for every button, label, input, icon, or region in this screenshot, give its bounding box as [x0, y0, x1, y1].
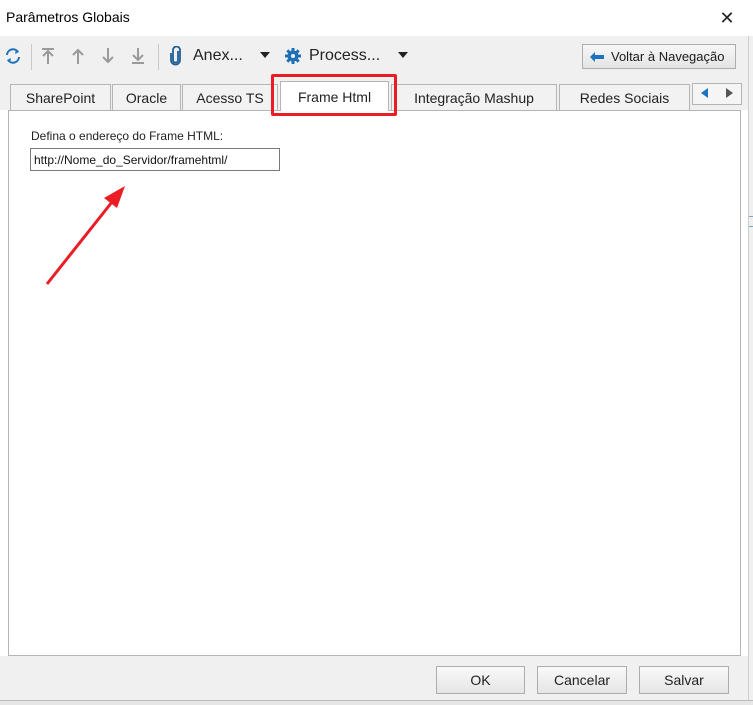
cancel-button[interactable]: Cancelar: [537, 666, 627, 694]
chevron-down-icon[interactable]: [398, 52, 408, 58]
tab-redes-sociais[interactable]: Redes Sociais: [559, 84, 690, 110]
back-arrow-icon: [589, 51, 605, 63]
back-to-navigation-label: Voltar à Navegação: [611, 49, 725, 64]
paperclip-icon[interactable]: [166, 46, 186, 66]
tab-oracle[interactable]: Oracle: [112, 84, 181, 110]
tab-frame-html[interactable]: Frame Html: [280, 81, 389, 111]
tab-acesso-ts[interactable]: Acesso TS: [182, 84, 278, 110]
back-to-navigation-button[interactable]: Voltar à Navegação: [582, 44, 736, 69]
tab-content-panel: [8, 110, 741, 656]
tab-sharepoint[interactable]: SharePoint: [10, 84, 111, 110]
tab-integracao-mashup[interactable]: Integração Mashup: [391, 84, 557, 110]
scroll-left-icon[interactable]: [699, 87, 711, 102]
move-up-icon[interactable]: [68, 46, 88, 66]
processos-menu-label[interactable]: Process...: [309, 47, 380, 65]
refresh-icon[interactable]: [3, 46, 23, 66]
toolbar-separator: [158, 44, 159, 70]
scroll-right-icon[interactable]: [723, 87, 735, 102]
move-top-icon[interactable]: [38, 46, 58, 66]
window-bottom-edge: [0, 700, 753, 705]
anexos-menu-label[interactable]: Anex...: [193, 47, 243, 65]
gear-icon[interactable]: [283, 46, 303, 66]
dialog-footer: [0, 656, 748, 700]
frame-url-input[interactable]: [30, 148, 280, 171]
close-icon[interactable]: ✕: [716, 7, 738, 29]
toolbar-separator: [31, 44, 32, 70]
move-bottom-icon[interactable]: [128, 46, 148, 66]
window-right-edge: [748, 36, 753, 704]
frame-url-label: Defina o endereço do Frame HTML:: [31, 129, 224, 143]
move-down-icon[interactable]: [98, 46, 118, 66]
chevron-down-icon[interactable]: [260, 52, 270, 58]
window-title: Parâmetros Globais: [6, 9, 130, 25]
tab-scroll-buttons: [692, 83, 742, 105]
ok-button[interactable]: OK: [436, 666, 525, 694]
save-button[interactable]: Salvar: [639, 666, 729, 694]
